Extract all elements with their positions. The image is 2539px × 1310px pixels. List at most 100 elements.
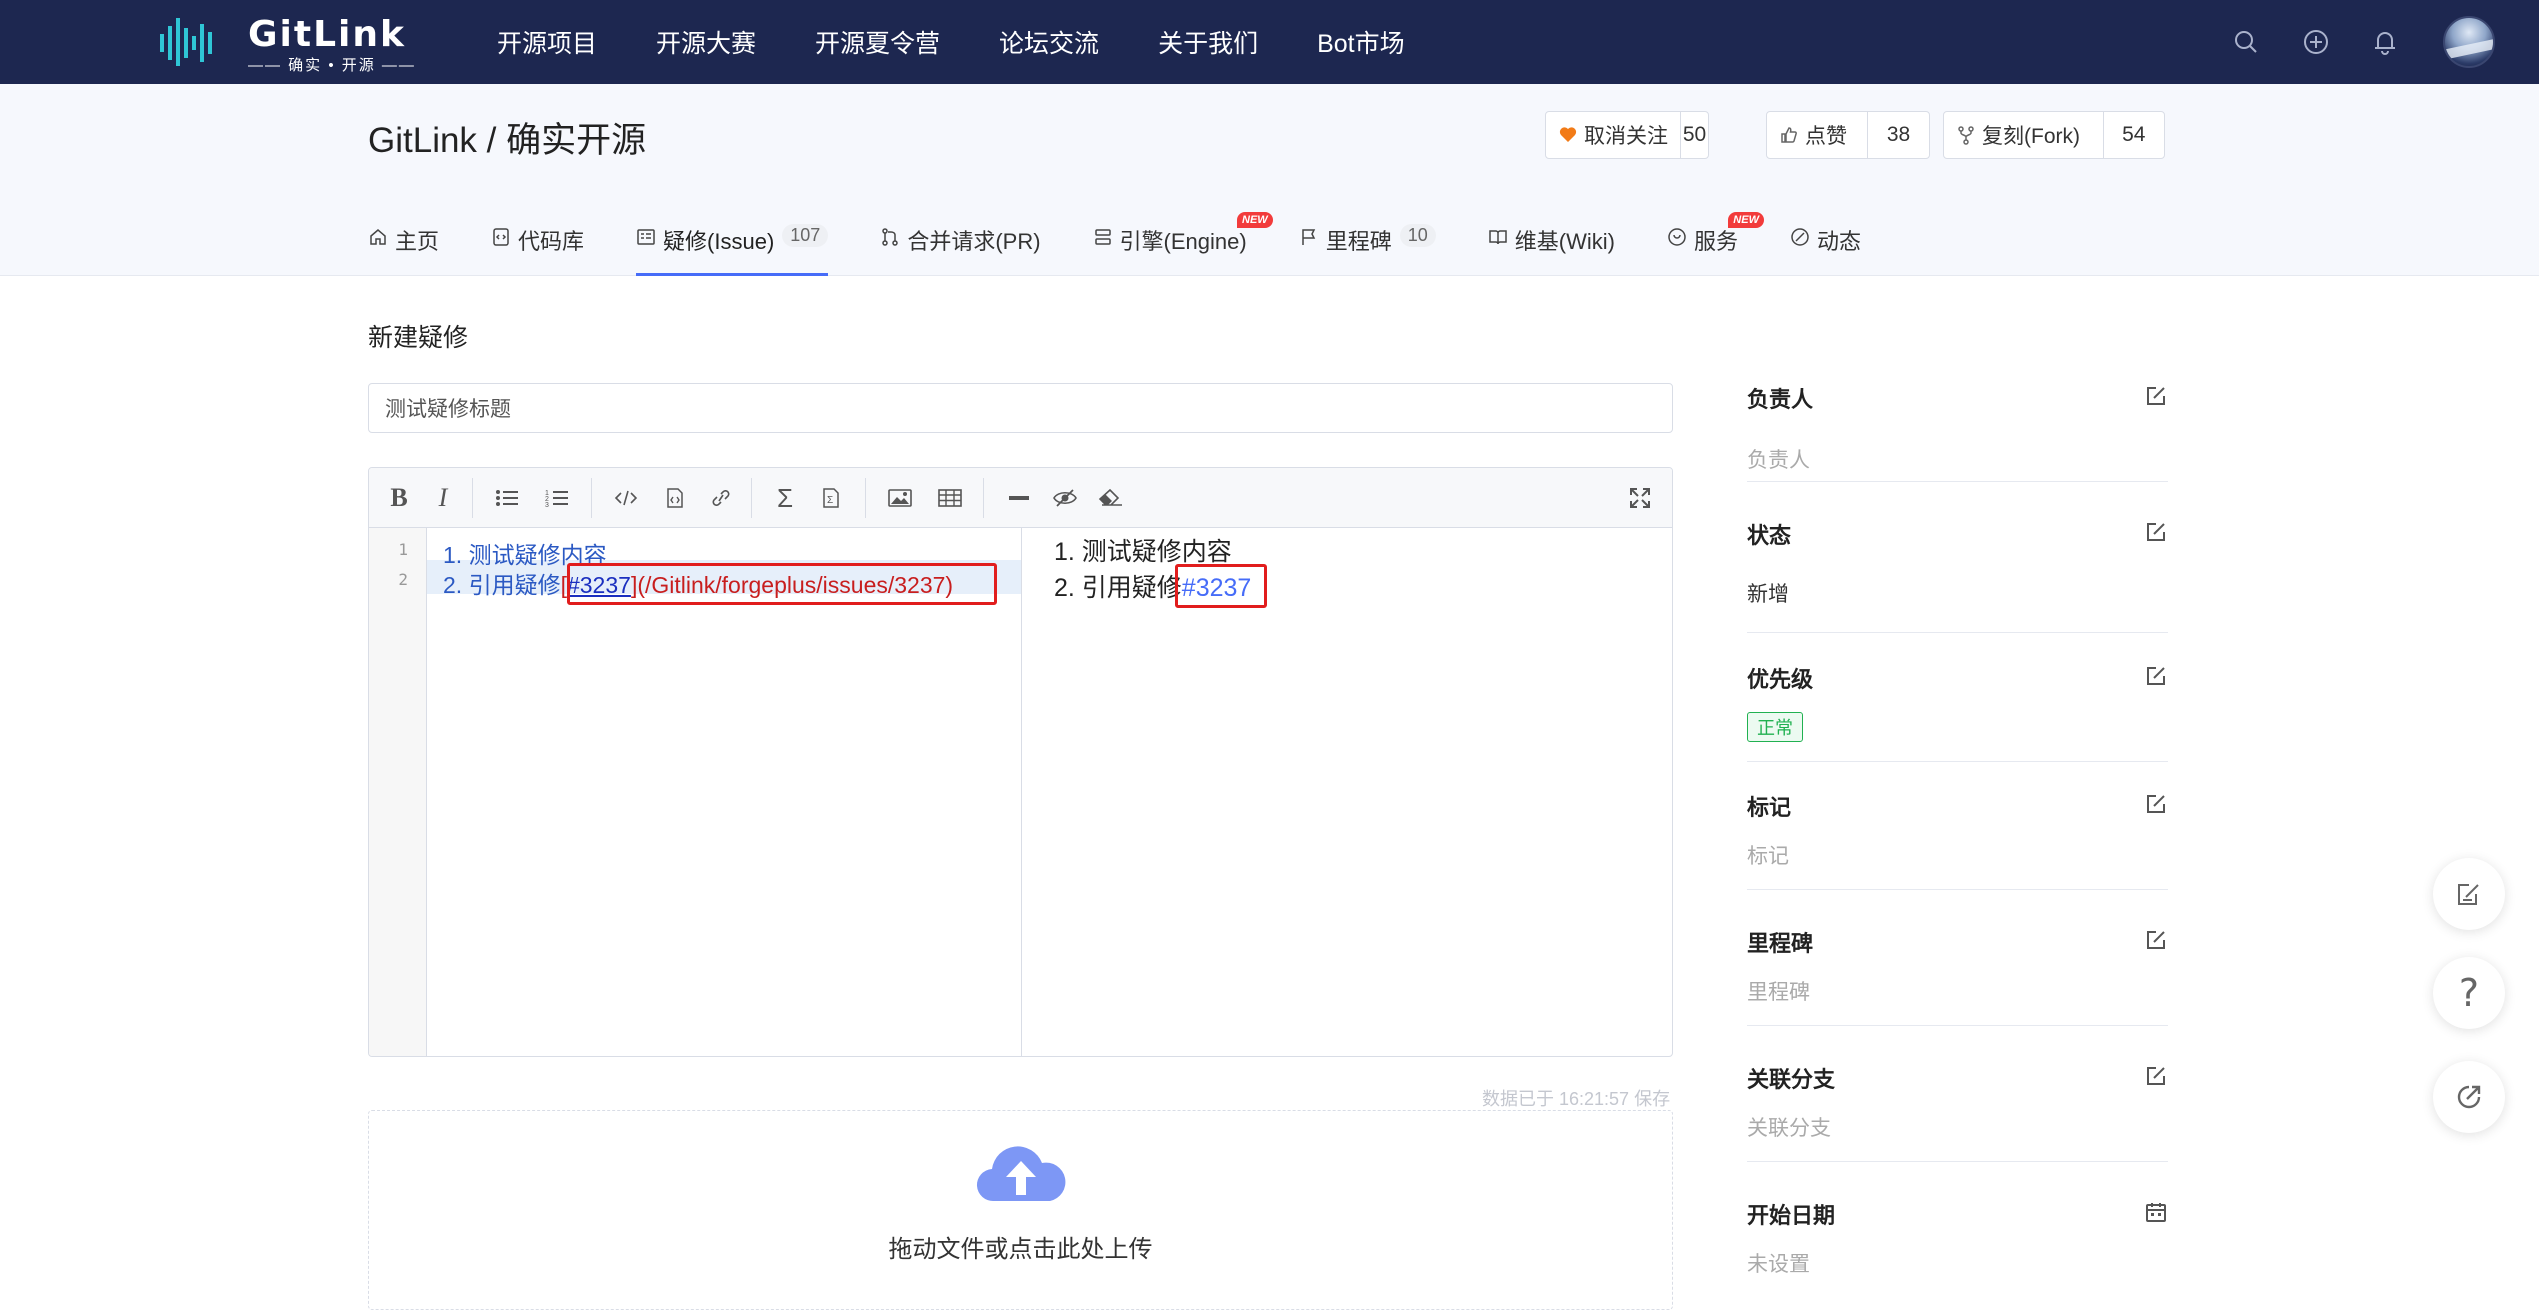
calendar-icon[interactable] xyxy=(2144,1200,2168,1224)
brand-tagline: —— 确实 • 开源 —— xyxy=(248,57,416,74)
nav-competitions[interactable]: 开源大赛 xyxy=(656,24,756,60)
editor-toolbar: B I 123 Σ Σ xyxy=(369,468,1672,528)
tab-wiki[interactable]: 维基(Wiki) xyxy=(1488,214,1615,276)
edit-icon[interactable] xyxy=(2144,928,2168,952)
tab-issues[interactable]: 疑修(Issue) 107 xyxy=(636,214,829,276)
line-number: 1 xyxy=(398,540,408,559)
tab-label: 代码库 xyxy=(518,229,585,254)
nav-forum[interactable]: 论坛交流 xyxy=(999,24,1099,60)
edit-icon[interactable] xyxy=(2144,1064,2168,1088)
tab-code[interactable]: 代码库 xyxy=(491,214,584,276)
like-label: 点赞 xyxy=(1805,125,1847,148)
edit-icon[interactable] xyxy=(2144,664,2168,688)
bullet-list-icon[interactable] xyxy=(491,482,523,514)
like-count[interactable]: 38 xyxy=(1867,112,1929,158)
eraser-icon[interactable] xyxy=(1095,482,1127,514)
edit-icon[interactable] xyxy=(2144,384,2168,408)
edit-note-icon xyxy=(2458,884,2479,905)
svg-text:Σ: Σ xyxy=(827,495,833,506)
brand-name: GitLink xyxy=(248,14,406,55)
tab-milestones[interactable]: 里程碑 10 xyxy=(1299,214,1436,276)
question-icon: ? xyxy=(2458,971,2480,1015)
new-tag: NEW xyxy=(1728,212,1764,228)
numbered-list-icon[interactable]: 123 xyxy=(541,482,573,514)
assignee-value[interactable]: 负责人 xyxy=(1747,444,1810,474)
feedback-button[interactable] xyxy=(2433,858,2505,930)
main-nav: 开源项目 开源大赛 开源夏令营 论坛交流 关于我们 Bot市场 xyxy=(497,0,1464,84)
assignee-section: 负责人 负责人 xyxy=(1747,382,2168,482)
tab-home[interactable]: 主页 xyxy=(368,214,439,276)
tab-services[interactable]: 服务 NEW xyxy=(1667,212,1764,276)
fork-count[interactable]: 54 xyxy=(2102,112,2164,158)
markdown-source-area[interactable]: 1. 测试疑修内容 2. 引用疑修[#3237](/Gitlink/forgep… xyxy=(427,528,1022,1056)
formula-block-icon[interactable]: Σ xyxy=(815,482,847,514)
issue-icon xyxy=(637,229,655,245)
tab-pull-requests[interactable]: 合并请求(PR) xyxy=(880,214,1041,276)
notification-bell-icon[interactable] xyxy=(2369,26,2401,58)
tags-label: 标记 xyxy=(1747,795,1792,820)
inline-code-icon[interactable] xyxy=(610,482,642,514)
start-date-label: 开始日期 xyxy=(1747,1203,1836,1228)
milestone-value[interactable]: 里程碑 xyxy=(1747,976,1810,1006)
fork-button[interactable]: 复刻(Fork) xyxy=(1944,112,2103,158)
tab-label: 维基(Wiki) xyxy=(1514,229,1615,254)
book-icon xyxy=(1489,230,1507,245)
bold-icon[interactable]: B xyxy=(383,482,415,514)
tags-section: 标记 标记 xyxy=(1747,790,2168,890)
repo-title[interactable]: GitLink / 确实开源 xyxy=(368,112,646,163)
fork-group: 复刻(Fork) 54 xyxy=(1943,111,2165,159)
line-number: 2 xyxy=(398,570,408,589)
line-number-gutter: 1 2 xyxy=(369,528,427,1056)
nav-open-source-projects[interactable]: 开源项目 xyxy=(497,24,597,60)
highlight-box-source xyxy=(567,563,997,605)
status-value[interactable]: 新增 xyxy=(1747,578,1789,608)
branch-value[interactable]: 关联分支 xyxy=(1747,1112,1831,1142)
italic-icon[interactable]: I xyxy=(427,482,459,514)
star-group: 点赞 38 xyxy=(1766,111,1930,159)
tags-value[interactable]: 标记 xyxy=(1747,840,1789,870)
nav-summer-camp[interactable]: 开源夏令营 xyxy=(815,24,940,60)
table-icon[interactable] xyxy=(934,482,966,514)
tab-label: 合并请求(PR) xyxy=(907,229,1041,254)
status-label: 状态 xyxy=(1747,523,1792,548)
code-block-icon[interactable] xyxy=(659,482,691,514)
heart-icon xyxy=(1559,127,1577,142)
add-icon[interactable] xyxy=(2300,26,2332,58)
gitlink-logo[interactable]: GitLink —— 确实 • 开源 —— xyxy=(158,14,428,74)
start-date-value[interactable]: 未设置 xyxy=(1747,1248,1810,1278)
edit-icon[interactable] xyxy=(2144,520,2168,544)
preview-line-1: 1. 测试疑修内容 xyxy=(1054,538,1232,566)
branch-section: 关联分支 关联分支 xyxy=(1747,1062,2168,1162)
nav-bot-market[interactable]: Bot市场 xyxy=(1317,24,1405,60)
formula-icon[interactable]: Σ xyxy=(769,482,801,514)
file-upload-dropzone[interactable]: 拖动文件或点击此处上传 xyxy=(368,1110,1673,1310)
priority-section: 优先级 正常 xyxy=(1747,662,2168,762)
watch-count[interactable]: 50 xyxy=(1680,112,1708,158)
search-icon[interactable] xyxy=(2230,26,2262,58)
tab-engine[interactable]: 引擎(Engine) NEW xyxy=(1093,212,1273,276)
edit-icon[interactable] xyxy=(2144,792,2168,816)
horizontal-rule-icon[interactable] xyxy=(1003,482,1035,514)
unwatch-label: 取消关注 xyxy=(1584,125,1668,148)
logo-mark-icon xyxy=(160,18,212,66)
like-button[interactable]: 点赞 xyxy=(1767,112,1867,158)
code-file-icon xyxy=(493,228,509,246)
user-avatar[interactable] xyxy=(2443,16,2495,68)
unwatch-button[interactable]: 取消关注 xyxy=(1546,112,1680,158)
toggle-preview-icon[interactable] xyxy=(1049,482,1081,514)
tab-label: 服务 xyxy=(1693,229,1738,254)
priority-label: 优先级 xyxy=(1747,667,1814,692)
priority-badge[interactable]: 正常 xyxy=(1747,712,1803,742)
link-icon[interactable] xyxy=(705,482,737,514)
share-button[interactable] xyxy=(2433,1061,2505,1133)
milestone-label: 里程碑 xyxy=(1747,931,1814,956)
nav-about-us[interactable]: 关于我们 xyxy=(1158,24,1258,60)
top-nav: GitLink —— 确实 • 开源 —— 开源项目 开源大赛 开源夏令营 论坛… xyxy=(0,0,2539,84)
upload-hint: 拖动文件或点击此处上传 xyxy=(888,1236,1153,1263)
tab-activity[interactable]: 动态 xyxy=(1790,214,1861,276)
issue-title-input[interactable] xyxy=(368,383,1673,433)
fullscreen-icon[interactable] xyxy=(1624,482,1656,514)
cloud-upload-icon xyxy=(976,1139,1066,1209)
help-button[interactable]: ? xyxy=(2433,957,2505,1029)
image-icon[interactable] xyxy=(884,482,916,514)
